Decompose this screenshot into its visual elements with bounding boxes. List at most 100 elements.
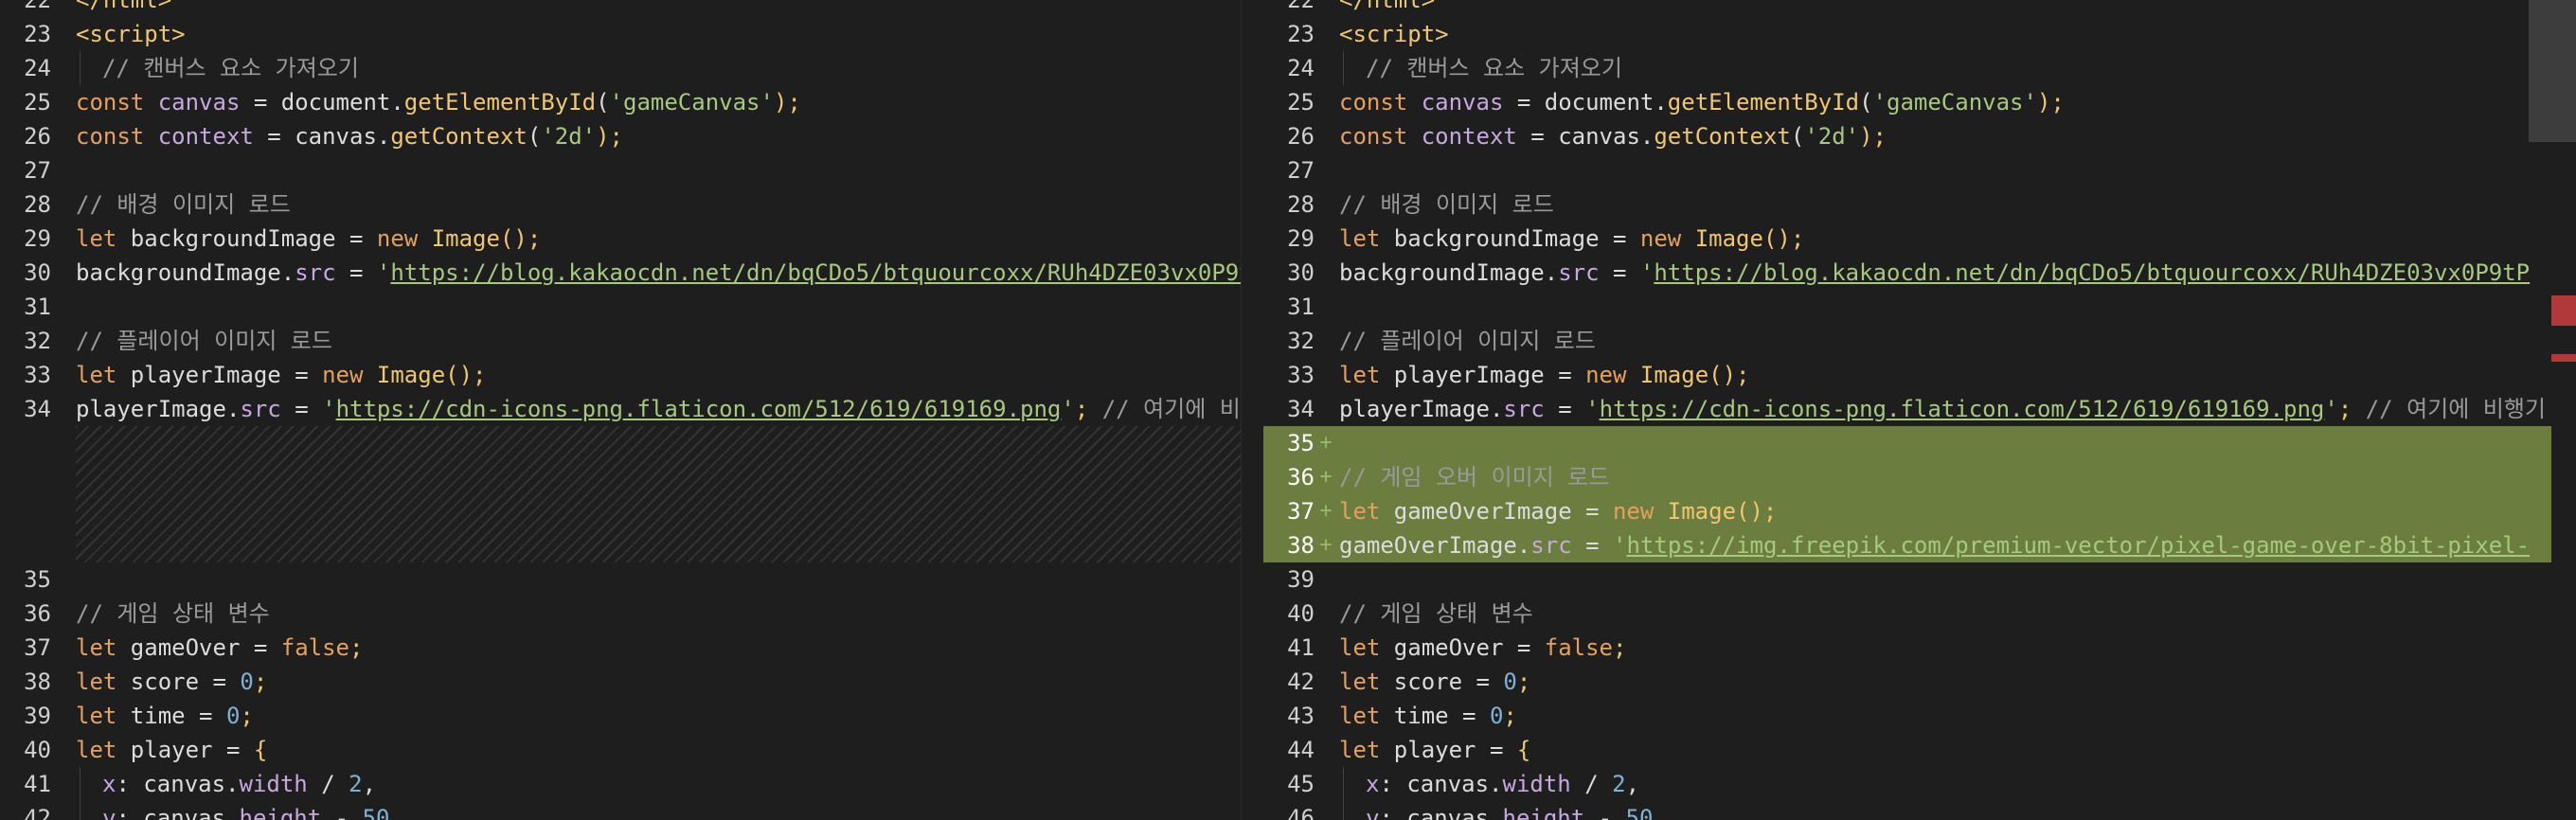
code-line[interactable]: 31 [0,290,1241,324]
code-line[interactable]: 24 // 캔버스 요소 가져오기 [0,51,1241,85]
code-token: / [1570,771,1613,797]
code-line[interactable]: 34 playerImage.src = 'https://cdn-icons-p… [1263,392,2551,426]
line-number: 25 [24,89,51,116]
code-line-added[interactable]: 36 +// 게임 오버 이미지 로드 [1263,460,2551,494]
code-line[interactable]: 42 let score = 0; [1263,665,2551,699]
line-number: 26 [24,123,51,150]
code-line[interactable]: 26 const context = canvas.getContext('2d'… [0,119,1241,153]
line-content: let player = { [76,733,267,767]
code-token: (); [1736,498,1778,525]
code-line[interactable]: 32 // 플레이어 이미지 로드 [1263,324,2551,358]
code-line[interactable]: 29 let backgroundImage = new Image(); [0,222,1241,256]
code-line[interactable]: 23 <script> [1263,17,2551,51]
line-content: let gameOver = false; [1339,631,1626,665]
indent-guide [1343,801,1344,820]
code-line[interactable]: 30 backgroundImage.src = 'https://blog.ka… [1263,256,2551,290]
code-token: new [1585,362,1640,388]
code-token: let [1339,634,1394,661]
code-line[interactable]: 34 playerImage.src = 'https://cdn-icons-p… [0,392,1241,426]
code-token: 0 [1503,668,1517,695]
code-line[interactable]: 24 // 캔버스 요소 가져오기 [1263,51,2551,85]
code-line-added[interactable]: 38 + gameOverImage.src = 'https://img.free… [1263,528,2551,562]
code-line[interactable]: 37 let gameOver = false; [0,631,1241,665]
code-line[interactable]: 32 // 플레이어 이미지 로드 [0,324,1241,358]
url-link[interactable]: https://blog.kakaocdn.net/dn/bqCDo5/btqu… [1654,259,2530,286]
code-line[interactable]: 39 let time = 0; [0,699,1241,733]
code-line[interactable]: 26 const context = canvas.getContext('2d'… [1263,119,2551,153]
code-line[interactable]: 45 x: canvas.width / 2, [1263,767,2551,801]
line-number: 33 [24,362,51,388]
line-content: // 배경 이미지 로드 [1339,187,1554,222]
url-link[interactable]: https://cdn-icons-png.flaticon.com/512/6… [1600,396,2325,422]
line-content: let gameOverImage = new Image(); [1339,494,1777,528]
diff-editor[interactable]: 22 </html> 23 <script> 24// 캔버스 요소 가져오기 25 con… [0,0,2576,820]
code-token: y [102,805,116,820]
code-line[interactable]: 25 const canvas = document.getElementById… [1263,85,2551,119]
code-line[interactable]: 30 backgroundImage.src = 'https://blog.ka… [0,256,1241,290]
code-token: / [307,771,349,797]
code-line[interactable]: 29 let backgroundImage = new Image(); [1263,222,2551,256]
code-line[interactable]: 33 let playerImage = new Image(); [1263,358,2551,392]
code-line[interactable]: 23 <script> [0,17,1241,51]
pane-divider[interactable] [1241,0,1264,820]
code-line[interactable]: 27 [1263,153,2551,187]
line-content: <script> [76,17,186,51]
code-line[interactable]: 41 let gameOver = false; [1263,631,2551,665]
code-line[interactable]: 31 [1263,290,2551,324]
line-number: 41 [1287,634,1315,661]
code-line[interactable]: 22 </html> [0,0,1241,17]
code-token: getContext [1654,123,1791,150]
line-number: 43 [1287,703,1315,729]
code-token: canvas [157,89,241,116]
code-token: <script> [1339,21,1449,47]
code-line[interactable]: 39 [1263,562,2551,597]
code-token: ' [2324,396,2338,422]
code-line[interactable]: 40 // 게임 상태 변수 [1263,597,2551,631]
code-token: : canvas. [116,771,240,797]
line-number: 30 [1287,259,1315,286]
line-number: 33 [1287,362,1315,388]
code-token: '2d' [541,123,597,150]
original-pane[interactable]: 22 </html> 23 <script> 24 // 캔버스 요소 가져오기 25 con… [0,0,1241,820]
code-token: false [280,634,349,661]
line-content: backgroundImage.src = 'https://blog.kaka… [1339,256,2530,290]
code-line[interactable]: 38 let score = 0; [0,665,1241,699]
scrollbar-thumb[interactable] [2529,0,2576,142]
code-line[interactable]: 28 // 배경 이미지 로드 [1263,187,2551,222]
code-line[interactable]: 41 x: canvas.width / 2, [0,767,1241,801]
code-token: let [1339,737,1394,763]
code-line[interactable]: 35 [0,562,1241,597]
code-line[interactable]: 22 </html> [1263,0,2551,17]
code-line[interactable]: 25 const canvas = document.getElementById… [0,85,1241,119]
code-token: false [1544,634,1613,661]
code-token: canvas [1421,89,1504,116]
url-link[interactable]: https://blog.kakaocdn.net/dn/bqCDo5/btqu… [390,259,1241,286]
line-content: // 플레이어 이미지 로드 [76,324,332,358]
code-token: 50 [362,805,390,820]
code-line[interactable]: 43 let time = 0; [1263,699,2551,733]
code-line[interactable]: 42 y: canvas.height - 50, [0,801,1241,820]
line-content: let playerImage = new Image(); [76,358,487,392]
code-line-added[interactable]: →35+ [1263,426,2551,460]
code-line[interactable]: 27 [0,153,1241,187]
url-link[interactable]: https://cdn-icons-png.flaticon.com/512/6… [336,396,1062,422]
diff-placeholder-hatch [0,426,1241,562]
code-line[interactable]: 40 let player = { [0,733,1241,767]
code-line[interactable]: 28 // 배경 이미지 로드 [0,187,1241,222]
url-link[interactable]: https://img.freepik.com/premium-vector/p… [1626,532,2530,559]
code-line-added[interactable]: 37 + let gameOverImage = new Image(); [1263,494,2551,528]
code-line[interactable]: 33 let playerImage = new Image(); [0,358,1241,392]
code-token: backgroundImage. [1339,259,1559,286]
line-content: const canvas = document.getElementById('… [1339,85,2065,119]
line-number: 36 [24,600,51,627]
line-number: 34 [24,396,51,422]
code-token: 2 [349,771,363,797]
code-token: // 여기에 비행기 [1101,396,1241,422]
code-token: gameOverImage = [1393,498,1613,525]
code-line[interactable]: 44 let player = { [1263,733,2551,767]
code-line[interactable]: 46 y: canvas.height - 50, [1263,801,2551,820]
modified-pane[interactable]: 22 </html> 23 <script> 24 // 캔버스 요소 가져오기 25 con… [1263,0,2551,820]
code-line[interactable]: 36 // 게임 상태 변수 [0,597,1241,631]
code-token: let [76,737,131,763]
line-number: 29 [1287,225,1315,252]
